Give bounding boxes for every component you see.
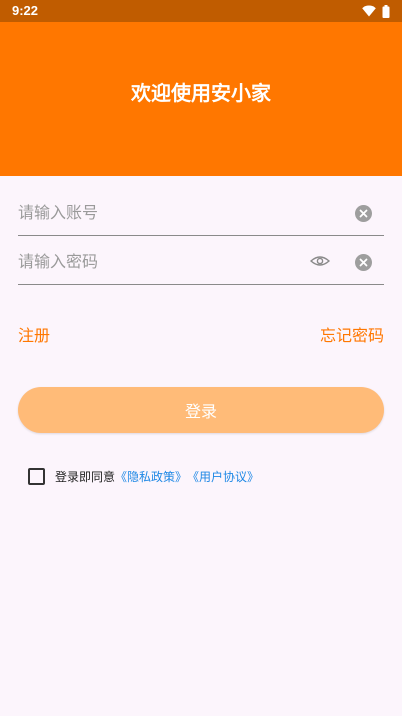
clear-icon — [359, 258, 368, 267]
battery-icon — [382, 4, 390, 18]
wifi-icon — [362, 5, 376, 17]
eye-icon — [309, 256, 331, 266]
clear-password-button[interactable] — [355, 254, 372, 271]
status-bar: 9:22 — [0, 0, 402, 22]
clear-icon — [359, 209, 368, 218]
header-banner: 欢迎使用安小家 — [0, 22, 402, 176]
forgot-password-link[interactable]: 忘记密码 — [320, 322, 384, 346]
login-button[interactable]: 登录 — [18, 387, 384, 433]
register-link[interactable]: 注册 — [18, 322, 50, 346]
privacy-policy-link[interactable]: 《隐私政策》 — [115, 468, 187, 485]
clear-account-button[interactable] — [355, 205, 372, 222]
agreement-checkbox[interactable] — [28, 467, 45, 485]
account-field — [18, 188, 384, 236]
toggle-password-visibility-button[interactable] — [309, 253, 331, 269]
status-icons — [362, 4, 390, 18]
account-input[interactable] — [18, 196, 298, 228]
page-title: 欢迎使用安小家 — [131, 81, 271, 105]
user-agreement-link[interactable]: 《用户协议》 — [187, 468, 259, 485]
password-field — [18, 237, 384, 285]
agreement-row: 登录即同意 《隐私政策》 《用户协议》 — [28, 466, 259, 486]
password-input[interactable] — [18, 245, 298, 277]
agreement-text: 登录即同意 — [55, 469, 116, 484]
status-time: 9:22 — [12, 3, 39, 18]
